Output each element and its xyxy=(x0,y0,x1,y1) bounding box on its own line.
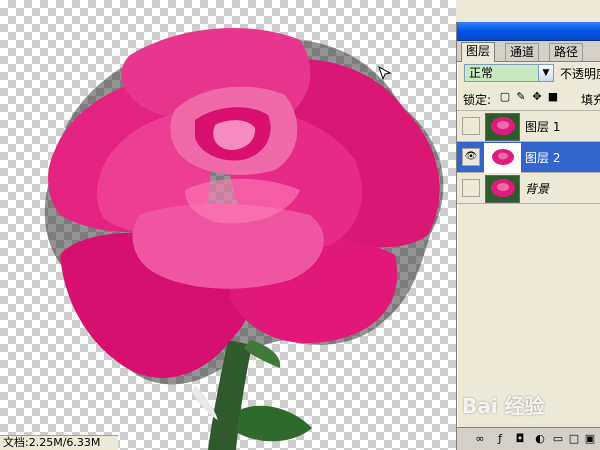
layer-name: 背景 xyxy=(525,182,550,196)
link-icon[interactable]: ∞ xyxy=(473,432,487,446)
tab-channels[interactable]: 通道 xyxy=(505,43,540,61)
tab-paths[interactable]: 路径 xyxy=(549,43,584,61)
layer-row-1[interactable]: 图层 1 xyxy=(457,111,600,142)
new-layer-icon[interactable]: □ xyxy=(567,432,581,446)
mouse-cursor-icon xyxy=(378,66,392,80)
panel-tabs: 图层 通道 路径 xyxy=(457,41,600,62)
visibility-toggle[interactable] xyxy=(462,179,480,197)
doc-size-text: 文档:2.25M/6.33M xyxy=(3,436,101,449)
lock-icon[interactable]: ■ xyxy=(547,91,559,103)
blend-mode-select[interactable]: 正常 ▼ xyxy=(464,64,554,82)
layer-style-icon[interactable]: ƒ xyxy=(493,432,507,446)
layers-panel: 图层 通道 路径 正常 ▼ 不透明度 锁定: ▢ ✎ ✥ ■ 填充 xyxy=(456,22,600,450)
visibility-toggle[interactable] xyxy=(462,117,480,135)
lock-label: 锁定: xyxy=(463,93,492,107)
adjustment-icon[interactable]: ◐ xyxy=(533,432,547,446)
rose-thumbnail-icon xyxy=(486,114,519,140)
panel-bottom-bar: ∞ ƒ ◘ ◐ ▭ □ ▣ xyxy=(457,427,600,450)
trash-icon[interactable]: ▣ xyxy=(583,432,597,446)
brush-icon[interactable]: ✎ xyxy=(515,91,527,103)
tab-channels-label: 通道 xyxy=(510,45,535,59)
fill-label: 填充 xyxy=(581,93,600,107)
mask-icon[interactable]: ◘ xyxy=(513,432,527,446)
rose-cutout-thumbnail-icon xyxy=(486,145,519,171)
tab-paths-label: 路径 xyxy=(554,45,579,59)
blend-mode-value: 正常 xyxy=(469,66,494,80)
lock-row: 锁定: ▢ ✎ ✥ ■ 填充 xyxy=(457,86,600,111)
move-icon[interactable]: ✥ xyxy=(531,91,543,103)
panel-titlebar[interactable] xyxy=(457,22,600,41)
opacity-label: 不透明度 xyxy=(560,67,600,81)
layer-thumbnail xyxy=(485,113,520,141)
tab-layers[interactable]: 图层 xyxy=(461,42,496,62)
folder-icon[interactable]: ▭ xyxy=(551,432,565,446)
options-bar-strip xyxy=(456,0,600,23)
rose-thumbnail-icon xyxy=(486,176,519,202)
layer-name: 图层 2 xyxy=(525,151,561,165)
layer-thumbnail xyxy=(484,143,521,173)
tab-layers-label: 图层 xyxy=(466,44,491,58)
watermark: Bai 经验 xyxy=(462,390,545,419)
watermark-text: Bai 经验 xyxy=(462,394,545,418)
eye-icon[interactable]: 👁 xyxy=(462,148,480,166)
status-bar: 文档:2.25M/6.33M xyxy=(0,435,118,450)
layer-name: 图层 1 xyxy=(525,120,561,134)
layer-thumbnail xyxy=(485,175,520,203)
lock-transparent-icon[interactable]: ▢ xyxy=(499,91,511,103)
layer-row-background[interactable]: 背景 xyxy=(457,173,600,204)
blend-row: 正常 ▼ 不透明度 xyxy=(457,62,600,86)
chevron-down-icon[interactable]: ▼ xyxy=(538,65,553,81)
layer-row-2[interactable]: 👁 图层 2 xyxy=(457,142,600,173)
